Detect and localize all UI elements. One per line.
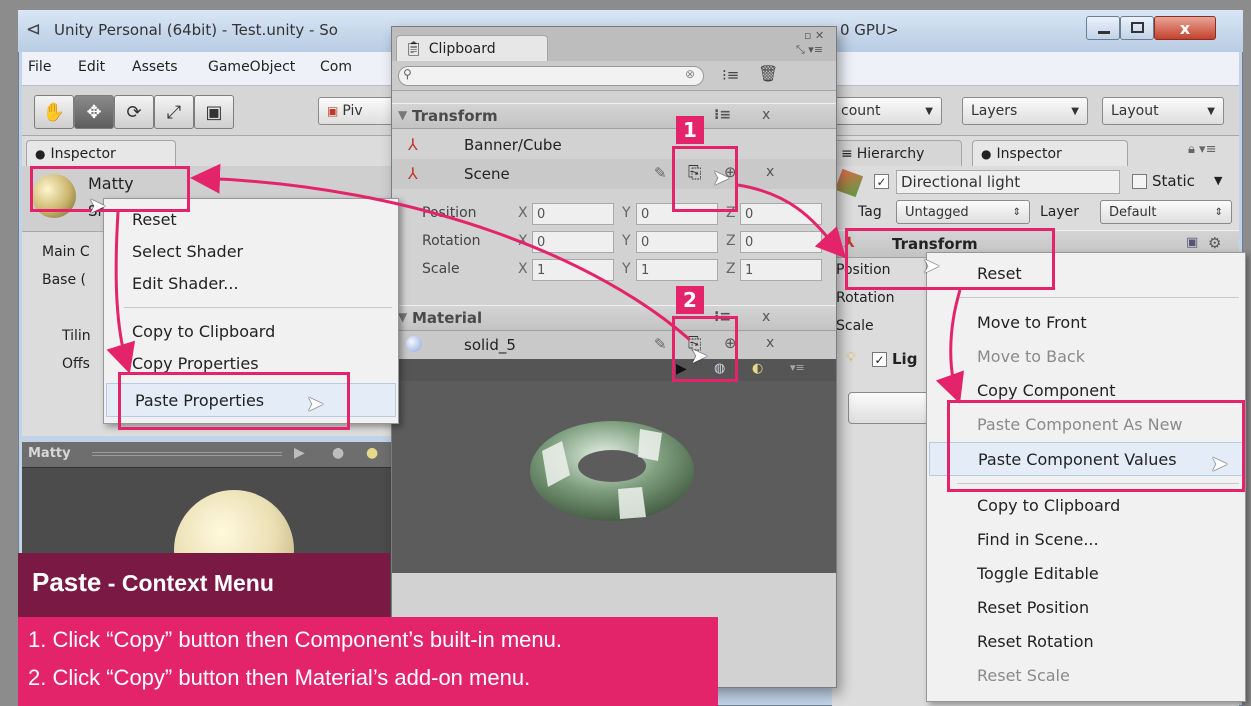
caption-title-box: Paste - Context Menu (18, 553, 390, 617)
caption-title-bold: Paste (32, 567, 102, 597)
caption-body-box: 1. Click “Copy” button then Component’s … (18, 617, 718, 706)
caption-title: Paste - Context Menu (32, 567, 274, 598)
cursor-arrow-icon: ➤ (1210, 452, 1229, 477)
arrow-matty-to-paste (106, 211, 136, 374)
cursor-arrow-icon: ➤ (712, 166, 731, 191)
cursor-arrow-icon: ➤ (690, 344, 709, 369)
caption-line-1: 1. Click “Copy” button then Component’s … (28, 627, 562, 652)
cursor-arrow-icon: ➤ (306, 392, 325, 417)
cursor-arrow-icon: ➤ (922, 254, 941, 279)
arrow-copy1-to-transform (737, 183, 847, 259)
arrow-copy2-to-matty (190, 163, 691, 342)
caption-title-rest: - Context Menu (101, 570, 274, 596)
arrow-transform-to-paste (935, 289, 965, 404)
caption-line-2: 2. Click “Copy” button then Material’s a… (28, 665, 531, 690)
cursor-arrow-icon: ➤ (88, 194, 107, 219)
